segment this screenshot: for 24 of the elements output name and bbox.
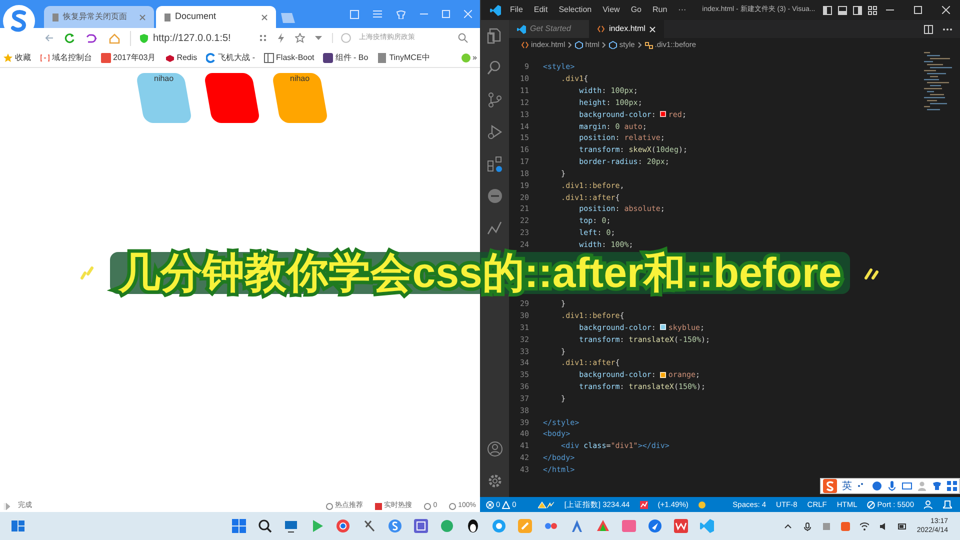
bookmark-item[interactable]: 收藏: [3, 52, 31, 64]
menu-item[interactable]: Edit: [534, 4, 548, 16]
bookmark-item[interactable]: 组件 - Bo: [323, 52, 368, 64]
box-label: nihao: [154, 73, 174, 85]
menu-item[interactable]: Selection: [558, 4, 592, 16]
bookmark-item[interactable]: Flask-Boot: [264, 52, 314, 64]
ime-mode[interactable]: 英: [842, 478, 852, 494]
menu-item[interactable]: File: [510, 4, 523, 16]
bookmark-item[interactable]: 域名控制台: [40, 52, 92, 64]
menu-item[interactable]: Run: [652, 4, 668, 16]
bookmark-item[interactable]: TinyMCE中: [377, 52, 430, 64]
bookmark-item[interactable]: 2017年03月: [101, 52, 156, 64]
menu-item[interactable]: Go: [630, 4, 642, 16]
bookmark-item[interactable]: Redis: [164, 52, 198, 64]
bookmark-item[interactable]: »: [460, 52, 477, 64]
editor-tab[interactable]: Get Started: [509, 20, 589, 38]
menu-item[interactable]: View: [602, 4, 620, 16]
menu-item[interactable]: ···: [678, 4, 686, 16]
bookmark-item[interactable]: 飞机大战 -: [206, 52, 256, 64]
browser-tab[interactable]: Document: [156, 6, 276, 28]
address-field[interactable]: http://127.0.0.1:5!: [153, 30, 231, 46]
editor-tab[interactable]: index.html: [589, 20, 664, 38]
box-label: nihao: [290, 73, 310, 85]
browser-tab[interactable]: 恢复异常关闭页面: [44, 6, 154, 28]
